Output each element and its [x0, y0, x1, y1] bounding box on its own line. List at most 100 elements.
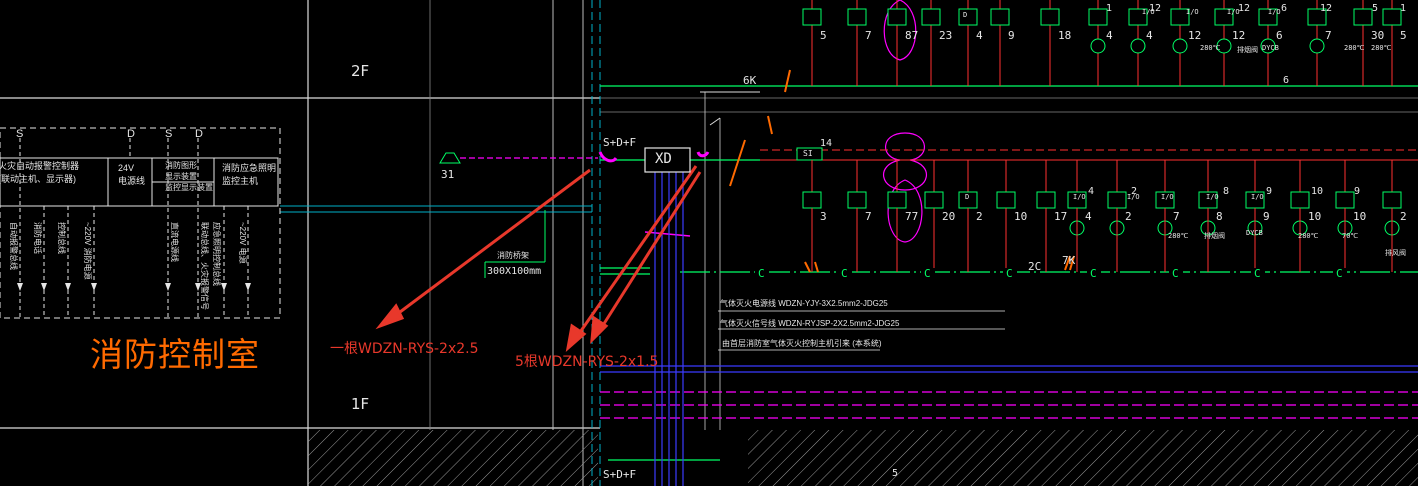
panel-vertical-label-0: 自动报警总线	[9, 222, 18, 270]
row1-device-4[interactable]	[958, 8, 978, 26]
left-device-symbol[interactable]	[439, 152, 461, 164]
row2-count-3: 20	[942, 210, 956, 223]
panel-vertical-label-2: 控制总线	[57, 222, 66, 254]
row2-misc-3: I/O	[1161, 193, 1174, 201]
row2-count-7: 4	[1085, 210, 1092, 223]
row2-misc-9: 70℃	[1342, 232, 1359, 240]
panel-code-0: S	[16, 128, 24, 140]
row1-count-4: 4	[976, 29, 983, 42]
svg-text:C: C	[1336, 267, 1343, 280]
bus-c-5: C	[1169, 267, 1183, 280]
svg-text:C: C	[1006, 267, 1013, 280]
row2-top-0: 4	[1088, 186, 1095, 197]
panel-code-3: D	[195, 128, 203, 140]
row1-top-2: 12	[1238, 3, 1251, 14]
row2-count-14: 2	[1400, 210, 1407, 223]
row2-device-5[interactable]	[996, 191, 1016, 272]
row1-device-0[interactable]	[802, 8, 822, 26]
legend-line-0: 气体灭火电源线 WDZN-YJY-3X2.5mm2-JDG25	[720, 299, 888, 308]
xd-label[interactable]: XD	[655, 151, 672, 167]
row1-misc-1: I/O	[1142, 8, 1155, 16]
legend-line-1: 气体灭火信号线 WDZN-RYJSP-2X2.5mm2-JDG25	[720, 319, 900, 328]
row1-device-6[interactable]	[1040, 8, 1060, 26]
floor-label-1f: 1F	[351, 395, 370, 413]
row2-count-13: 10	[1353, 210, 1367, 223]
cable-shaft	[280, 0, 601, 486]
row1-device-5[interactable]	[990, 8, 1010, 26]
bus-c-7: C	[1333, 267, 1347, 280]
panel-cell-24v: 24V 电源线	[118, 163, 146, 186]
row2-misc-4: I/O	[1206, 193, 1219, 201]
row2-count-10: 8	[1216, 210, 1223, 223]
row1-count-9: 12	[1188, 29, 1202, 42]
segment-2c: 2C	[1028, 260, 1042, 273]
segment-6k: 6K	[743, 74, 757, 87]
row1-count-1: 7	[865, 29, 872, 42]
panel-code-1: D	[127, 128, 135, 140]
row1-device-3[interactable]	[921, 8, 941, 26]
svg-text:C: C	[924, 267, 931, 280]
row1-top-0: 1	[1106, 3, 1113, 14]
row1-device-14[interactable]	[1382, 8, 1402, 26]
row1-misc-9: 排烟阀	[1237, 46, 1258, 54]
bus-c-markers: CCCCCCCC	[755, 267, 1347, 280]
tray-size: 300X100mm	[487, 266, 542, 277]
row1-device-2[interactable]	[887, 8, 907, 26]
tray-label: 消防桥架	[497, 251, 529, 260]
row1-misc-6: 280℃	[1200, 44, 1221, 52]
legend-line-2: 由首层消防室气体灭火控制主机引来 (本系统)	[722, 339, 882, 348]
segment-7k: 7K	[1062, 254, 1076, 267]
bus-c-1: C	[838, 267, 852, 280]
row2-misc-0: D	[965, 193, 970, 201]
row1-top-3: 6	[1281, 3, 1288, 14]
si-count: 14	[820, 138, 833, 149]
level-marks	[700, 91, 760, 126]
row1-count-6: 18	[1058, 29, 1072, 42]
row1-top-4: 12	[1320, 3, 1333, 14]
row2-device-1[interactable]	[847, 191, 867, 272]
panel-vertical-label-4: 直流电源线	[170, 222, 179, 262]
red-feed	[760, 149, 1418, 161]
row2-misc-10: 排烟阀	[1204, 232, 1225, 240]
row1-count-10: 12	[1232, 29, 1246, 42]
row2-count-12: 10	[1308, 210, 1322, 223]
panel-cell-controller: 火灾自动报警控制器 (联动主机、显示器)	[0, 161, 80, 184]
panel-vertical-label-6: 应急照明控制总线	[212, 222, 221, 286]
row1-device-1[interactable]	[847, 8, 867, 26]
row2-count-2: 77	[905, 210, 919, 223]
bus-c-6: C	[1251, 267, 1265, 280]
si-label: SI	[803, 149, 813, 158]
row2-device-4[interactable]	[958, 191, 978, 272]
row2-misc-1: I/O	[1073, 193, 1086, 201]
row2-misc-8: 280℃	[1298, 232, 1319, 240]
row1-count-3: 23	[939, 29, 953, 42]
row1-count-7: 4	[1106, 29, 1113, 42]
floor-label-2f: 2F	[351, 62, 370, 80]
row2-device-3[interactable]	[924, 191, 944, 272]
row2-top-5: 9	[1354, 186, 1361, 197]
row1-device-13[interactable]	[1353, 8, 1373, 26]
row2-device-0[interactable]	[802, 191, 822, 272]
row2-top-2: 8	[1223, 186, 1230, 197]
row2-device-14[interactable]	[1382, 191, 1402, 272]
svg-text:C: C	[758, 267, 765, 280]
svg-text:C: C	[1254, 267, 1261, 280]
row2-misc-5: I/O	[1251, 193, 1264, 201]
panel-vertical-label-5: 联动总线、火灾报警信号	[200, 222, 209, 310]
annotation-arrows	[375, 165, 702, 352]
row2-count-8: 2	[1125, 210, 1132, 223]
cad-drawing-canvas[interactable]: C C C C C C C C 2F 1F 消防控制室 火灾自动报警控制器 (联动主机、显示器…	[0, 0, 1418, 486]
room-title: 消防控制室	[90, 335, 260, 374]
row1-count-5: 9	[1008, 29, 1015, 42]
row2-count-9: 7	[1173, 210, 1180, 223]
row2-count-0: 3	[820, 210, 827, 223]
row2-device-8[interactable]	[1107, 191, 1127, 272]
row1-misc-4: I/O	[1268, 8, 1281, 16]
row2-device-2[interactable]	[887, 191, 907, 272]
bus-c-3: C	[1003, 267, 1017, 280]
panel-cell-emergency-host: 消防应急照明 监控主机	[222, 163, 277, 186]
svg-text:C: C	[841, 267, 848, 280]
svg-text:C: C	[1090, 267, 1097, 280]
row1-misc-0: D	[963, 11, 968, 19]
panel-vertical-label-7: ~220V 电源	[238, 222, 247, 264]
